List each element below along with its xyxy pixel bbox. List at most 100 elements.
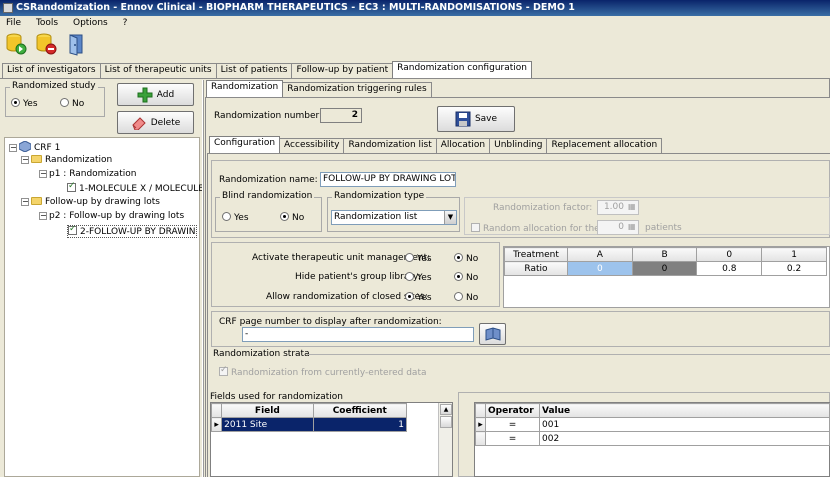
collapse-icon[interactable]: − [21, 198, 29, 206]
tab-list-of-investigators[interactable]: List of investigators [2, 63, 101, 78]
radio-allow-yes[interactable] [405, 292, 414, 301]
randomization-type-select[interactable]: Randomization list ▼ [331, 210, 457, 225]
crf-page-input[interactable]: - [242, 327, 474, 342]
ratio-cell-a[interactable]: 0 [566, 261, 633, 276]
delete-button[interactable]: Delete [117, 111, 194, 134]
eraser-icon [132, 116, 146, 130]
tree-node-randomization[interactable]: − Randomization [21, 155, 112, 165]
field-cell[interactable]: 2011 Site [221, 417, 314, 432]
floppy-disk-icon [455, 111, 471, 127]
scroll-thumb[interactable] [440, 416, 452, 428]
db-remove-icon[interactable] [34, 32, 58, 56]
tab-list-of-therapeutic-units[interactable]: List of therapeutic units [99, 63, 217, 78]
collapse-icon[interactable]: − [39, 212, 47, 220]
tab-configuration[interactable]: Configuration [209, 136, 281, 153]
operator-cell[interactable]: = [485, 417, 540, 432]
coefficient-header: Coefficient [312, 403, 408, 418]
menu-options[interactable]: Options [73, 18, 108, 28]
hide-group-no[interactable]: No [454, 272, 478, 283]
radio-activate-no[interactable] [454, 253, 463, 262]
fields-used-label: Fields used for randomization [210, 392, 343, 402]
strata-divider [308, 354, 830, 355]
collapse-icon[interactable]: − [21, 156, 29, 164]
value-cell[interactable]: 002 [539, 431, 830, 446]
calculator-icon: ▦ [628, 222, 636, 231]
blind-no-option[interactable]: No [280, 212, 304, 223]
tab-allocation[interactable]: Allocation [435, 138, 491, 153]
randomized-study-yes[interactable]: Yes [11, 98, 38, 109]
tree-node-p2[interactable]: − p2 : Follow-up by drawing lots [39, 211, 184, 221]
crf-browse-button[interactable] [479, 323, 506, 345]
exit-door-icon[interactable] [64, 32, 88, 56]
row-indicator-header [210, 403, 223, 418]
tree-node-follow-up[interactable]: − Follow-up by drawing lots [21, 197, 160, 207]
tab-list-of-patients[interactable]: List of patients [215, 63, 293, 78]
ratio-cell-1[interactable]: 0.2 [761, 261, 827, 276]
treatment-col-0: 0 [696, 247, 763, 262]
tab-replacement-allocation[interactable]: Replacement allocation [546, 138, 663, 153]
radio-no[interactable] [60, 98, 69, 107]
field-header: Field [221, 403, 314, 418]
menu-file[interactable]: File [6, 18, 21, 28]
checkbox-follow-up[interactable] [68, 226, 77, 235]
checkbox-molecule[interactable] [67, 181, 76, 192]
randomization-number-value: 2 [320, 108, 362, 123]
save-button[interactable]: Save [437, 106, 515, 132]
randomization-name-input[interactable]: FOLLOW-UP BY DRAWING LOTS [320, 172, 456, 187]
radio-blind-yes[interactable] [222, 212, 231, 221]
radio-hide-yes[interactable] [405, 272, 414, 281]
right-tab-strip: Randomization Randomization triggering r… [206, 80, 432, 97]
checkbox-random-allocation[interactable] [471, 223, 480, 232]
table-row[interactable]: ▸ 2011 Site 1 [210, 417, 408, 432]
hide-group-yes[interactable]: Yes [405, 272, 432, 283]
activate-tu-no[interactable]: No [454, 253, 478, 264]
randomized-study-group: Randomized study Yes No [5, 81, 105, 117]
table-row[interactable]: ▸ = 001 [475, 417, 830, 432]
tab-randomization[interactable]: Randomization [206, 80, 284, 97]
tab-follow-up-by-patient[interactable]: Follow-up by patient [291, 63, 394, 78]
radio-yes[interactable] [11, 98, 20, 107]
randomization-name-label: Randomization name: [219, 175, 318, 185]
splitter[interactable] [202, 80, 204, 477]
table-row[interactable]: = 002 [475, 431, 830, 446]
ratio-cell-0[interactable]: 0.8 [696, 261, 763, 276]
blind-yes-option[interactable]: Yes [222, 212, 249, 223]
randomized-study-no[interactable]: No [60, 98, 84, 109]
radio-activate-yes[interactable] [405, 253, 414, 262]
strata-current-data[interactable]: Randomization from currently-entered dat… [219, 365, 426, 378]
coefficient-cell[interactable]: 1 [312, 417, 408, 432]
treatment-header: Treatment [504, 247, 568, 262]
allow-closed-no[interactable]: No [454, 292, 478, 303]
ratio-cell-b[interactable]: 0 [631, 261, 698, 276]
tree-root[interactable]: − CRF 1 [9, 140, 60, 153]
operator-cell[interactable]: = [485, 431, 540, 446]
tree-leaf-follow-up-selected[interactable]: 2-FOLLOW-UP BY DRAWING LO [67, 225, 197, 238]
menu-bar: File Tools Options ? [0, 16, 830, 30]
db-add-icon[interactable] [4, 32, 28, 56]
scroll-up-icon[interactable]: ▲ [440, 404, 452, 415]
crf-tree: − CRF 1 − Randomization − p1 : Randomizatio… [4, 137, 212, 477]
collapse-icon[interactable]: − [39, 170, 47, 178]
radio-allow-no[interactable] [454, 292, 463, 301]
radio-blind-no[interactable] [280, 212, 289, 221]
tree-leaf-molecule[interactable]: 1-MOLECULE X / MOLECULE Y [67, 181, 212, 194]
tab-randomization-triggering-rules[interactable]: Randomization triggering rules [282, 82, 432, 97]
checkbox-strata[interactable] [219, 365, 228, 376]
tree-node-p1[interactable]: − p1 : Randomization [39, 169, 136, 179]
add-button[interactable]: Add [117, 83, 194, 106]
fields-scrollbar[interactable]: ▲ [438, 403, 452, 476]
tab-unblinding[interactable]: Unblinding [489, 138, 548, 153]
chevron-down-icon[interactable]: ▼ [444, 211, 456, 224]
tab-accessibility[interactable]: Accessibility [279, 138, 345, 153]
menu-help[interactable]: ? [123, 18, 128, 28]
activate-tu-yes[interactable]: Yes [405, 253, 432, 264]
allow-closed-yes[interactable]: Yes [405, 292, 432, 303]
tab-randomization-list[interactable]: Randomization list [343, 138, 437, 153]
operator-table: Operator Value ▸ = 001 = 002 [475, 403, 830, 446]
radio-hide-no[interactable] [454, 272, 463, 281]
collapse-icon[interactable]: − [9, 144, 17, 152]
value-cell[interactable]: 001 [539, 417, 830, 432]
tab-randomization-configuration[interactable]: Randomization configuration [392, 61, 532, 78]
menu-tools[interactable]: Tools [36, 18, 58, 28]
window-title: CSRandomization - Ennov Clinical - BIOPH… [16, 2, 575, 13]
